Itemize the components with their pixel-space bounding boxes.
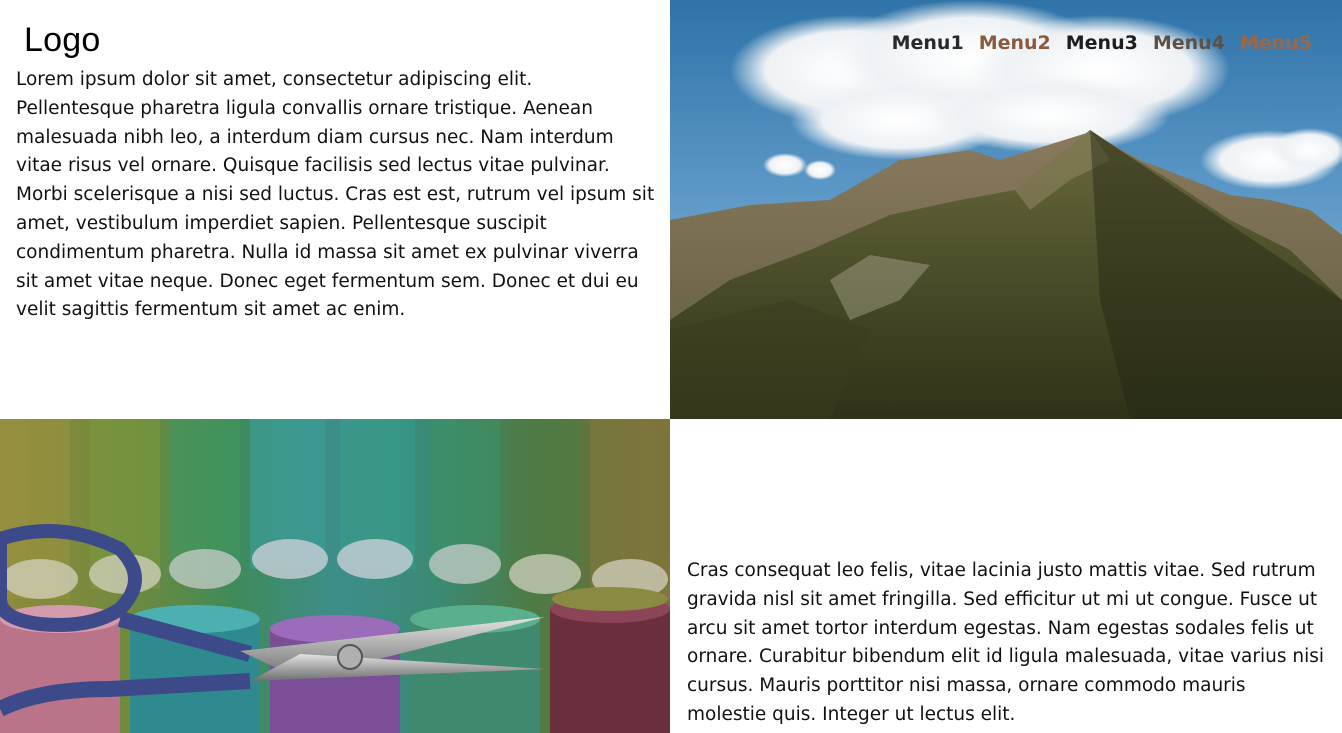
nav-item-menu5[interactable]: Menu5: [1240, 31, 1312, 55]
hero-image-section: Menu1 Menu2 Menu3 Menu4 Menu5: [670, 0, 1342, 419]
main-nav: Menu1 Menu2 Menu3 Menu4 Menu5: [892, 31, 1312, 55]
intro-paragraph: Lorem ipsum dolor sit amet, consectetur …: [16, 69, 655, 321]
sewing-scissors-photo: [0, 419, 670, 733]
secondary-paragraph: Cras consequat leo felis, vitae lacinia …: [687, 560, 1324, 725]
mountain-photo: [670, 0, 1342, 419]
intro-section: Logo Lorem ipsum dolor sit amet, consect…: [0, 0, 670, 419]
nav-item-menu4[interactable]: Menu4: [1153, 31, 1225, 55]
logo[interactable]: Logo: [24, 20, 100, 60]
secondary-section: Cras consequat leo felis, vitae lacinia …: [670, 419, 1342, 733]
nav-item-menu3[interactable]: Menu3: [1066, 31, 1138, 55]
page: Logo Lorem ipsum dolor sit amet, consect…: [0, 0, 1342, 733]
nav-item-menu2[interactable]: Menu2: [979, 31, 1051, 55]
secondary-image-section: [0, 419, 670, 733]
nav-item-menu1[interactable]: Menu1: [892, 31, 964, 55]
